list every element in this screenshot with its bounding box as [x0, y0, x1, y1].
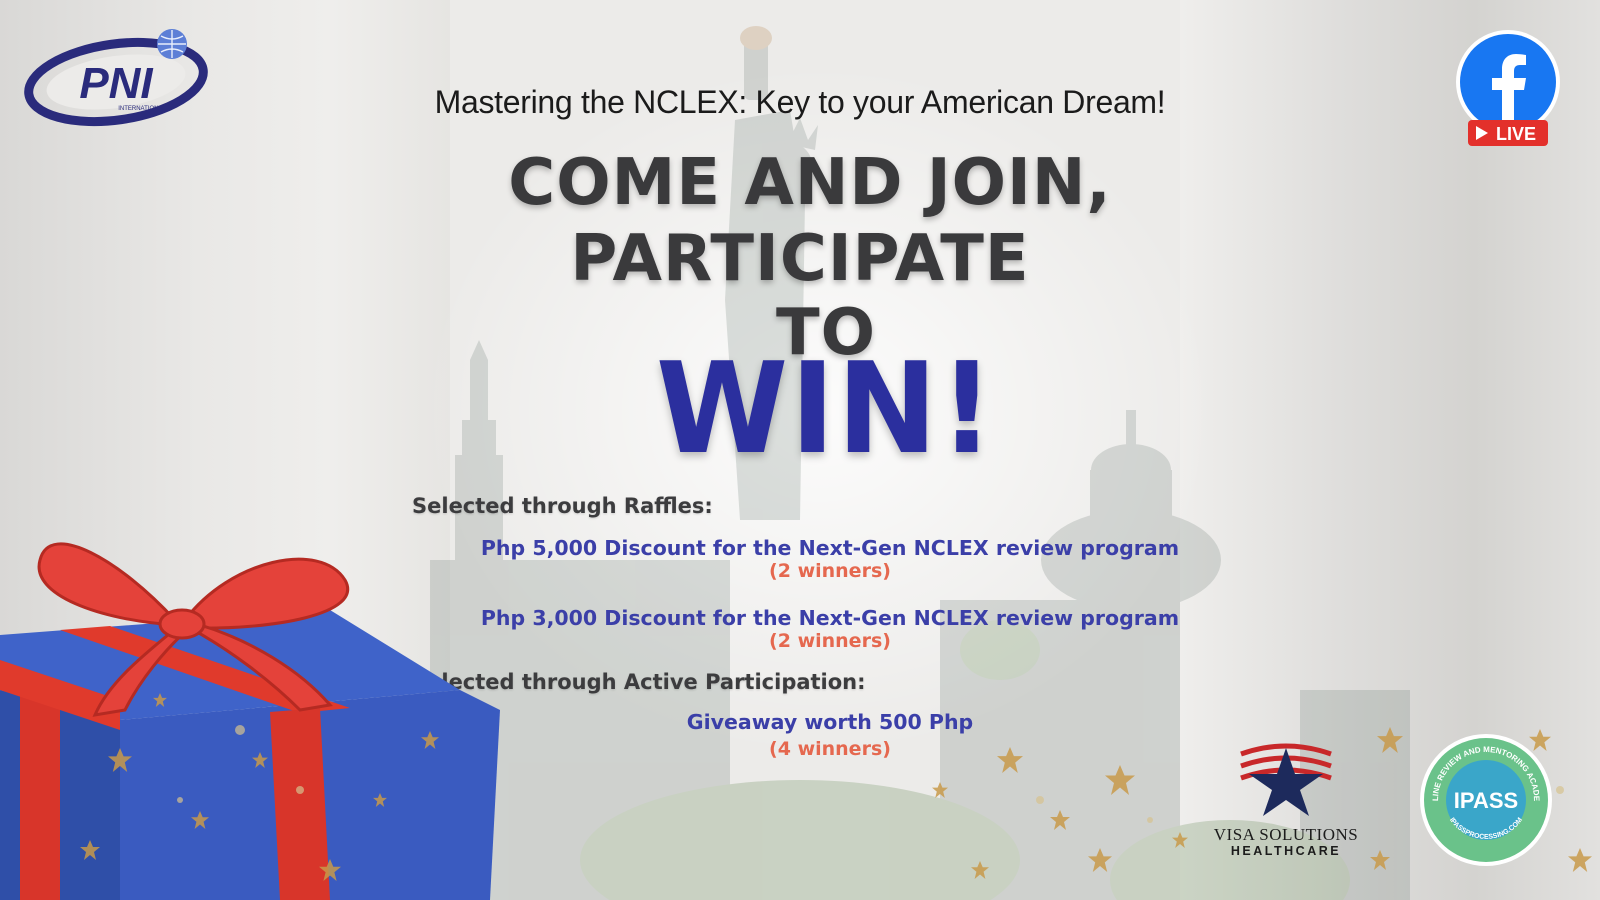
raffle-prize-1: Php 5,000 Discount for the Next-Gen NCLE… [480, 536, 1180, 560]
ipass-logo-text: IPASS [1454, 788, 1518, 813]
pni-international-logo: PNI INTERNATIONAL [24, 26, 214, 132]
gift-box-illustration [0, 542, 500, 900]
raffle-prize-1-winners: (2 winners) [769, 560, 891, 582]
visa-logo-name: VISA SOLUTIONS [1213, 825, 1359, 844]
raffles-heading: Selected through Raffles: [412, 494, 713, 518]
visa-logo-sub: HEALTHCARE [1230, 844, 1342, 858]
pni-logo-subtext: INTERNATIONAL [118, 106, 166, 112]
ipass-logo: ONLINE REVIEW AND MENTORING ACADEMY IPAS… [1413, 723, 1556, 870]
participation-prize-1: Giveaway worth 500 Php [686, 710, 974, 734]
pni-logo-text: PNI [79, 59, 153, 108]
event-subtitle: Mastering the NCLEX: Key to your America… [434, 84, 1166, 120]
headline-win: WIN! [655, 336, 997, 483]
visa-solutions-healthcare-logo: VISA SOLUTIONS HEALTHCARE [1200, 740, 1372, 860]
raffle-prize-2-winners: (2 winners) [769, 630, 891, 652]
headline-line-1: COME AND JOIN, [508, 146, 1112, 220]
live-label: LIVE [1496, 124, 1536, 144]
facebook-live-badge: LIVE [1452, 28, 1566, 150]
star-flag-icon [1240, 743, 1332, 816]
headline-line-2: PARTICIPATE [570, 222, 1030, 296]
raffle-prize-2: Php 3,000 Discount for the Next-Gen NCLE… [480, 606, 1180, 630]
participation-prize-1-winners: (4 winners) [769, 738, 891, 760]
